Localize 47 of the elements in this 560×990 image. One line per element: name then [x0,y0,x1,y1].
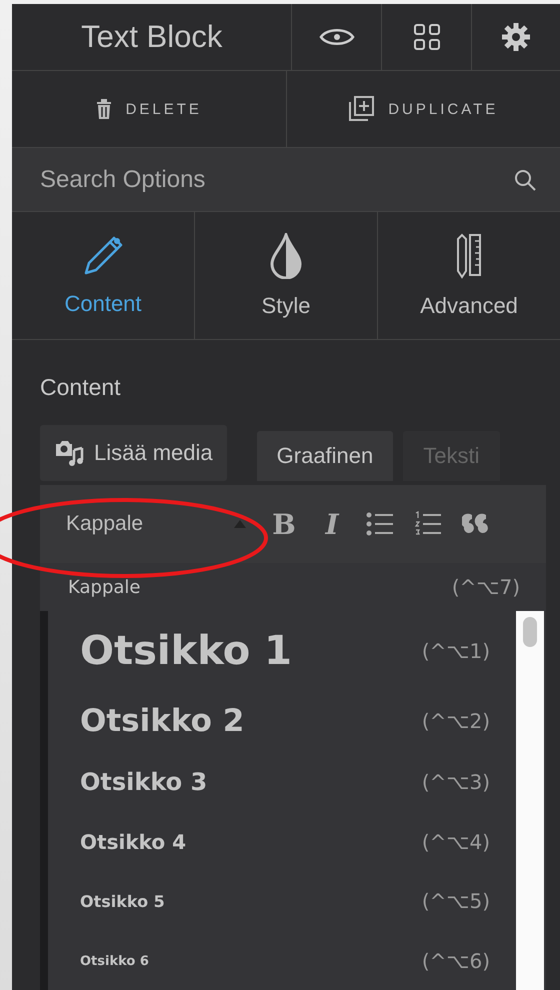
shortcut-label: (^⌥6) [422,949,490,973]
format-option[interactable]: Otsikko 1 (^⌥1) [52,611,516,691]
shortcut-label: (^⌥5) [422,889,490,913]
tab[interactable]: Advanced [378,212,560,339]
format-label: Otsikko 2 [80,703,244,739]
editor-tab[interactable]: Graafinen [256,431,394,481]
shortcut-label: (^⌥3) [422,770,490,794]
format-option[interactable]: Otsikko 3 (^⌥3) [52,751,516,813]
shortcut-label: (^⌥4) [422,830,490,854]
format-label: Otsikko 4 [80,830,186,854]
duplicate-icon [348,96,374,122]
trash-icon [96,99,112,119]
shortcut-label: (^⌥2) [422,709,490,733]
panel-title: Text Block [12,4,292,70]
settings-icon [502,23,530,51]
format-label: Otsikko 1 [80,628,292,674]
format-option[interactable]: Kappale (^⌥7) [40,563,546,611]
tab[interactable]: Content [12,212,195,339]
format-option[interactable]: Otsikko 4 (^⌥4) [52,813,516,871]
section-title: Content [40,374,122,401]
format-label: Otsikko 3 [80,768,208,796]
bullet-list-icon [366,512,394,536]
format-label: Otsikko 5 [80,892,165,910]
pencil-icon [82,234,124,276]
search-icon [514,168,536,190]
format-option[interactable]: Otsikko 6 (^⌥6) [52,931,516,990]
scrollbar[interactable] [516,611,544,990]
bold-button[interactable]: B [260,504,308,544]
drop-icon [270,232,302,278]
tab[interactable]: Style [195,212,378,339]
shortcut-label: (^⌥1) [422,639,490,663]
duplicate-button[interactable]: DUPLICATE [286,71,560,147]
format-label: Otsikko 6 [80,954,149,968]
numbered-list-icon [414,511,442,537]
camera-music-icon [54,438,84,468]
format-option[interactable]: Otsikko 5 (^⌥5) [52,871,516,931]
delete-button[interactable]: DELETE [12,71,286,147]
eye-icon [318,26,355,48]
format-option[interactable]: Otsikko 2 (^⌥2) [52,691,516,751]
shortcut-label: (^⌥7) [452,575,520,599]
grid-icon [412,23,441,51]
italic-button[interactable]: I [308,504,356,544]
caret-icon [234,520,246,528]
add-media-button[interactable]: Lisää media [40,425,227,481]
format-label: Kappale [68,576,140,598]
quote-icon [462,513,490,535]
pencil-ruler-icon [456,232,482,278]
